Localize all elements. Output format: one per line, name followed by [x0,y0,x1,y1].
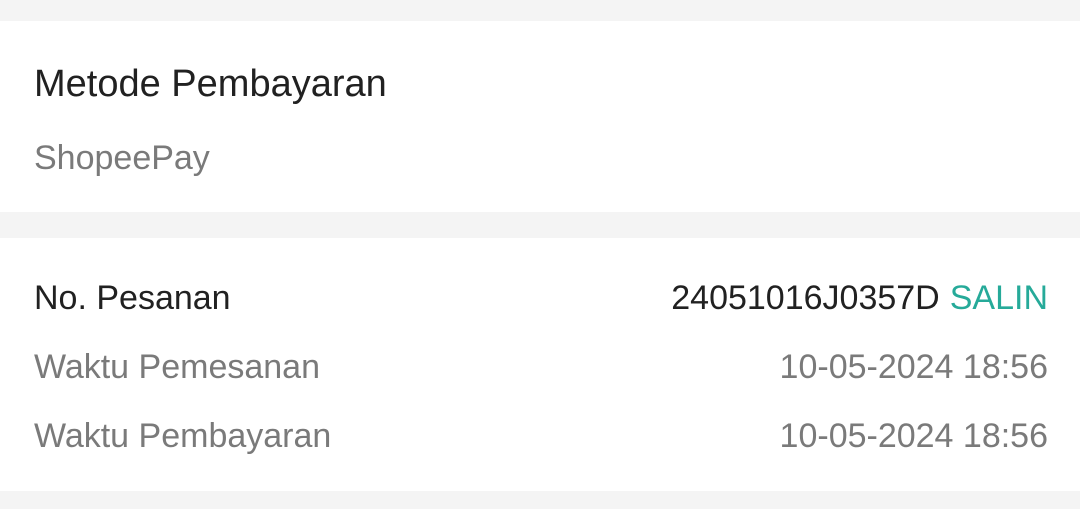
payment-method-title: Metode Pembayaran [34,63,387,105]
payment-time-row: Waktu Pembayaran 10-05-2024 18:56 [34,414,1048,458]
order-number-label: No. Pesanan [34,279,231,317]
section-divider [0,491,1080,509]
order-time-value: 10-05-2024 18:56 [779,348,1048,386]
payment-method-card [0,21,1080,212]
order-number-group: 24051016J0357D SALIN [671,276,1048,320]
order-detail-page: Metode Pembayaran ShopeePay No. Pesanan … [0,0,1080,509]
order-time-label: Waktu Pemesanan [34,348,320,386]
order-time-row: Waktu Pemesanan 10-05-2024 18:56 [34,345,1048,389]
payment-method-value: ShopeePay [34,139,210,177]
copy-order-number-button[interactable]: SALIN [950,276,1048,320]
payment-time-value: 10-05-2024 18:56 [779,417,1048,455]
payment-time-label: Waktu Pembayaran [34,417,332,455]
order-number-row: No. Pesanan 24051016J0357D SALIN [34,276,1048,320]
order-number-value: 24051016J0357D [671,279,940,317]
